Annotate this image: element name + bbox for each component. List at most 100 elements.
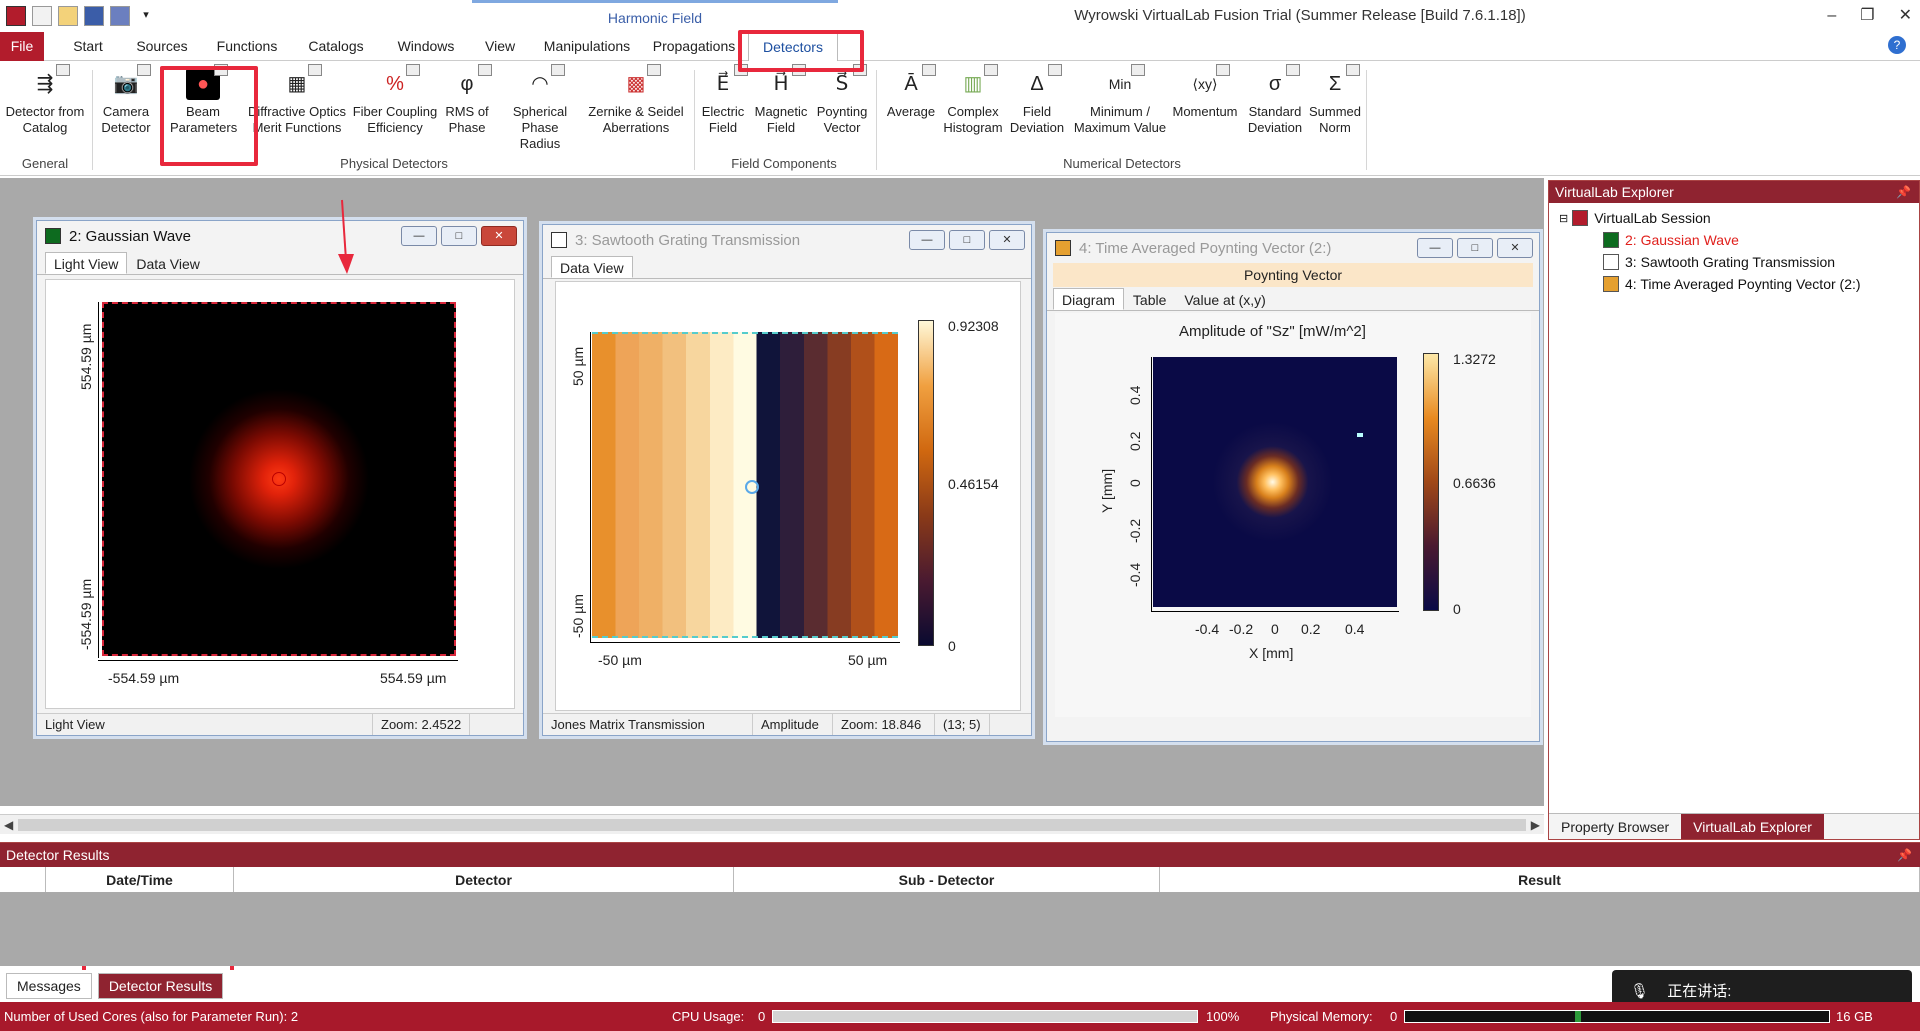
button-label: Electric Field xyxy=(701,104,745,135)
save-all-icon[interactable] xyxy=(110,6,130,26)
tab-start[interactable]: Start xyxy=(70,32,106,61)
pin-icon[interactable]: 📌 xyxy=(1896,181,1911,203)
tab-messages[interactable]: Messages xyxy=(6,973,92,999)
tab-functions[interactable]: Functions xyxy=(214,32,280,61)
poynting-vector-button[interactable]: S⃗ Poynting Vector xyxy=(814,64,870,136)
collapse-icon[interactable]: ⊟ xyxy=(1559,212,1568,225)
tab-table[interactable]: Table xyxy=(1124,288,1175,310)
field-deviation-button[interactable]: Δ Field Deviation xyxy=(1008,64,1066,136)
maximize-icon[interactable]: □ xyxy=(1457,238,1493,258)
tab-sources[interactable]: Sources xyxy=(134,32,190,61)
min-max-value-button[interactable]: Min Minimum / Maximum Value xyxy=(1070,64,1170,136)
tab-detector-results[interactable]: Detector Results xyxy=(97,973,224,999)
tab-data-view[interactable]: Data View xyxy=(127,252,209,274)
tab-propagations[interactable]: Propagations xyxy=(652,32,736,61)
poynting-vector-icon xyxy=(1603,276,1619,292)
tree-item-gaussian-wave[interactable]: 2: Gaussian Wave xyxy=(1549,229,1919,251)
detector-from-catalog-button[interactable]: ⇶ Detector from Catalog xyxy=(4,64,86,136)
light-view-panel[interactable]: 554.59 µm -554.59 µm -554.59 µm 554.59 µ… xyxy=(45,279,515,709)
close-icon[interactable]: ✕ xyxy=(989,230,1025,250)
camera-detector-button[interactable]: 📷 Camera Detector xyxy=(96,64,156,136)
tree-item-sawtooth-grating[interactable]: 3: Sawtooth Grating Transmission xyxy=(1549,251,1919,273)
fiber-coupling-efficiency-button[interactable]: % Fiber Coupling Efficiency xyxy=(352,64,438,136)
histogram-icon: ▥ xyxy=(956,64,998,100)
y-axis-top-label: 50 µm xyxy=(570,346,586,386)
workspace-horizontal-scrollbar[interactable]: ◀ ▶ xyxy=(0,814,1544,834)
customize-dropdown-icon[interactable]: ▾ xyxy=(136,6,156,26)
window-title: 3: Sawtooth Grating Transmission xyxy=(575,231,801,249)
tab-windows[interactable]: Windows xyxy=(395,32,457,61)
standard-deviation-button[interactable]: σ Standard Deviation xyxy=(1244,64,1306,136)
column-detector[interactable]: Detector xyxy=(234,867,734,892)
beam-parameters-icon: ● xyxy=(186,64,228,100)
tab-view[interactable]: View xyxy=(485,32,515,61)
tab-catalogs[interactable]: Catalogs xyxy=(305,32,367,61)
minimize-icon[interactable]: — xyxy=(401,226,437,246)
electric-field-button[interactable]: E⃗ Electric Field xyxy=(698,64,748,136)
diffractive-optics-merit-functions-button[interactable]: ▦ Diffractive Optics Merit Functions xyxy=(246,64,348,136)
open-folder-icon[interactable] xyxy=(58,6,78,26)
zernike-seidel-aberrations-button[interactable]: ▩ Zernike & Seidel Aberrations xyxy=(584,64,688,136)
new-file-icon[interactable] xyxy=(32,6,52,26)
maximize-icon[interactable]: □ xyxy=(949,230,985,250)
tab-value-at-xy[interactable]: Value at (x,y) xyxy=(1175,288,1274,310)
button-label: Zernike & Seidel Aberrations xyxy=(588,104,684,135)
memory-fill xyxy=(1575,1011,1581,1022)
detector-result-header: Poynting Vector xyxy=(1053,263,1533,287)
average-button[interactable]: Ā Average xyxy=(882,64,940,120)
sz-amplitude-image[interactable] xyxy=(1153,357,1397,607)
group-separator xyxy=(694,70,695,170)
window-status-bar: Jones Matrix Transmission Amplitude Zoom… xyxy=(543,713,1031,735)
tab-property-browser[interactable]: Property Browser xyxy=(1549,814,1681,839)
magnetic-field-button[interactable]: H⃗ Magnetic Field xyxy=(752,64,810,136)
x-tick-label: -0.2 xyxy=(1229,621,1254,637)
tree-item-poynting-vector[interactable]: 4: Time Averaged Poynting Vector (2:) xyxy=(1549,273,1919,295)
window-sawtooth-grating[interactable]: 3: Sawtooth Grating Transmission — □ ✕ Dat… xyxy=(542,224,1032,736)
rms-phase-icon: φ xyxy=(450,64,492,100)
window-gaussian-wave[interactable]: 2: Gaussian Wave — □ ✕ Light View Data Vie… xyxy=(36,220,524,736)
button-label: Diffractive Optics Merit Functions xyxy=(247,104,346,135)
scroll-left-icon[interactable]: ◀ xyxy=(4,815,13,835)
momentum-button[interactable]: ⟨xy⟩ Momentum xyxy=(1168,64,1242,120)
column-result[interactable]: Result xyxy=(1160,867,1920,892)
maximize-icon[interactable]: □ xyxy=(441,226,477,246)
tab-light-view[interactable]: Light View xyxy=(45,252,128,274)
minimize-icon[interactable]: — xyxy=(1417,238,1453,258)
rms-of-phase-button[interactable]: φ RMS of Phase xyxy=(442,64,492,136)
status-view-mode: Light View xyxy=(37,714,373,735)
close-icon[interactable]: ✕ xyxy=(1497,238,1533,258)
app-status-bar: Number of Used Cores (also for Parameter… xyxy=(0,1002,1920,1031)
tab-manipulations[interactable]: Manipulations xyxy=(542,32,632,61)
minimize-icon[interactable]: — xyxy=(909,230,945,250)
pin-icon[interactable]: 📌 xyxy=(1897,843,1912,867)
minimize-icon[interactable]: – xyxy=(1827,0,1836,32)
button-label: Poynting Vector xyxy=(816,104,868,135)
column-date-time[interactable]: Date/Time xyxy=(46,867,234,892)
window-poynting-vector[interactable]: 4: Time Averaged Poynting Vector (2:) — □… xyxy=(1046,232,1540,742)
scroll-right-icon[interactable]: ▶ xyxy=(1531,815,1540,835)
std-deviation-icon: σ xyxy=(1258,64,1300,100)
scrollbar-thumb[interactable] xyxy=(18,819,1526,831)
diagram-panel[interactable]: Amplitude of "Sz" [mW/m^2] -0.4 -0.2 0 0… xyxy=(1055,313,1531,717)
column-sub-detector[interactable]: Sub - Detector xyxy=(734,867,1160,892)
tab-virtuallab-explorer[interactable]: VirtualLab Explorer xyxy=(1681,814,1824,839)
save-icon[interactable] xyxy=(84,6,104,26)
complex-histogram-button[interactable]: ▥ Complex Histogram xyxy=(942,64,1004,136)
close-icon[interactable]: ✕ xyxy=(481,226,517,246)
beam-parameters-button[interactable]: ● Beam Parameters xyxy=(170,64,238,136)
summed-norm-button[interactable]: Σ Summed Norm xyxy=(1308,64,1362,136)
data-view-panel[interactable]: 50 µm -50 µm -50 µm 50 µm 0.92308 0.4615… xyxy=(555,281,1021,711)
tab-diagram[interactable]: Diagram xyxy=(1053,288,1124,310)
button-label: Beam Parameters xyxy=(170,104,238,135)
tab-data-view[interactable]: Data View xyxy=(551,256,633,278)
spherical-phase-radius-button[interactable]: ◠ Spherical Phase Radius xyxy=(504,64,576,152)
y-axis-line xyxy=(590,332,591,642)
help-icon[interactable]: ? xyxy=(1888,36,1906,54)
restore-icon[interactable]: ❐ xyxy=(1860,0,1874,32)
tab-file[interactable]: File xyxy=(0,32,44,61)
close-icon[interactable]: ✕ xyxy=(1899,0,1912,32)
tree-item-session[interactable]: ⊟ VirtualLab Session xyxy=(1549,207,1919,229)
tab-detectors[interactable]: Detectors xyxy=(748,32,838,61)
detector-catalog-icon: ⇶ xyxy=(28,64,70,100)
quick-access-toolbar: ▾ xyxy=(0,6,156,26)
